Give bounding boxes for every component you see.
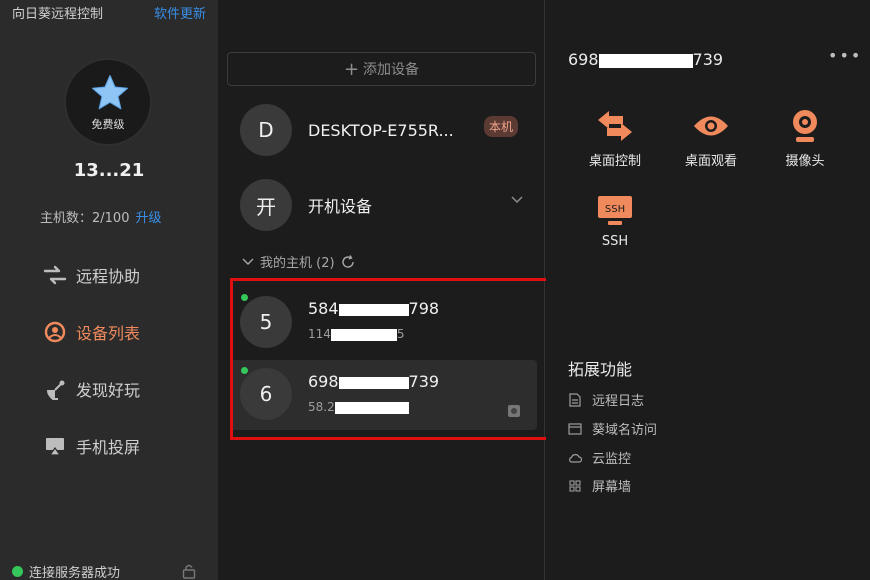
star-icon bbox=[91, 74, 129, 110]
grid-icon bbox=[568, 479, 582, 493]
ext-domain-access[interactable]: 葵域名访问 bbox=[568, 419, 657, 438]
device-detail-panel: 698 739 ••• 桌面控制 桌面观看 摄像头 SSH SSH 拓展功能 远程… bbox=[546, 0, 870, 580]
action-label: 摄像头 bbox=[785, 154, 825, 169]
device-list-icon bbox=[42, 320, 68, 344]
discover-icon bbox=[42, 377, 68, 401]
camera-icon bbox=[770, 106, 840, 146]
upgrade-link[interactable]: 升级 bbox=[135, 211, 161, 226]
plan-label: 免费级 bbox=[91, 118, 125, 131]
ext-cloud-monitor[interactable]: 云监控 bbox=[568, 448, 631, 467]
avatar[interactable]: 免费级 bbox=[64, 58, 152, 146]
plus-icon: + bbox=[343, 58, 360, 80]
desktop-control-button[interactable]: 桌面控制 bbox=[580, 106, 650, 169]
nav-remote-assist[interactable]: 远程协助 bbox=[42, 261, 140, 289]
ext-remote-log[interactable]: 远程日志 bbox=[568, 390, 644, 409]
boot-device-row[interactable]: 开 开机设备 bbox=[230, 171, 536, 239]
svg-text:SSH: SSH bbox=[605, 204, 625, 215]
ssh-button[interactable]: SSH SSH bbox=[580, 190, 650, 249]
nav-label: 手机投屏 bbox=[76, 438, 141, 457]
lock-icon[interactable] bbox=[182, 563, 196, 579]
cloud-icon bbox=[568, 451, 582, 465]
device-name: DESKTOP-E755R... bbox=[308, 120, 454, 140]
ext-label: 屏幕墙 bbox=[592, 480, 632, 495]
group-label: 我的主机 (2) bbox=[260, 256, 335, 271]
more-options-icon[interactable]: ••• bbox=[828, 46, 862, 65]
highlight-box bbox=[230, 278, 549, 440]
screen-cast-icon bbox=[42, 434, 68, 458]
device-avatar: D bbox=[240, 104, 292, 156]
nav-label: 设备列表 bbox=[76, 324, 141, 343]
action-label: 桌面观看 bbox=[684, 154, 737, 169]
host-id-suffix: 739 bbox=[692, 50, 724, 69]
ext-screen-wall[interactable]: 屏幕墙 bbox=[568, 476, 631, 495]
sidebar: 向日葵远程控制 软件更新 免费级 13...21 主机数：2/100 升级 远程协… bbox=[0, 0, 218, 580]
nav-label: 远程协助 bbox=[76, 267, 141, 286]
desktop-view-button[interactable]: 桌面观看 bbox=[676, 106, 746, 169]
chevron-down-icon[interactable] bbox=[510, 195, 524, 205]
ext-label: 云监控 bbox=[592, 452, 632, 467]
extensions-title: 拓展功能 bbox=[568, 360, 633, 379]
status-text: 连接服务器成功 bbox=[29, 566, 121, 580]
group-header[interactable]: 我的主机 (2) bbox=[242, 252, 355, 271]
local-badge: 本机 bbox=[484, 116, 519, 137]
host-count: 主机数：2/100 升级 bbox=[40, 207, 161, 226]
nav-screen-cast[interactable]: 手机投屏 bbox=[42, 432, 140, 460]
action-label: 桌面控制 bbox=[588, 154, 641, 169]
add-device-label: 添加设备 bbox=[363, 62, 420, 78]
nav-label: 发现好玩 bbox=[76, 381, 141, 400]
remote-assist-icon bbox=[42, 263, 68, 287]
nav-device-list[interactable]: 设备列表 bbox=[42, 318, 140, 346]
refresh-icon[interactable] bbox=[341, 254, 355, 269]
add-device-button[interactable]: + 添加设备 bbox=[227, 52, 536, 86]
document-icon bbox=[568, 392, 582, 407]
host-id-prefix: 698 bbox=[568, 50, 599, 69]
camera-button[interactable]: 摄像头 bbox=[770, 106, 840, 169]
selected-host-id: 698 739 bbox=[568, 50, 723, 69]
desktop-control-icon bbox=[580, 106, 650, 146]
account-id: 13...21 bbox=[73, 160, 145, 181]
software-update-link[interactable]: 软件更新 bbox=[154, 3, 206, 22]
status-dot bbox=[12, 566, 23, 577]
connection-status: 连接服务器成功 bbox=[12, 562, 120, 580]
ext-label: 葵域名访问 bbox=[592, 423, 658, 438]
ext-label: 远程日志 bbox=[592, 394, 645, 409]
ssh-icon: SSH bbox=[580, 190, 650, 230]
chevron-down-icon bbox=[242, 258, 254, 265]
action-label: SSH bbox=[601, 234, 629, 249]
app-title: 向日葵远程控制 bbox=[12, 7, 104, 22]
host-count-label: 主机数：2/100 bbox=[40, 211, 130, 226]
desktop-view-icon bbox=[676, 106, 746, 146]
local-device-row[interactable]: D DESKTOP-E755R... 本机 bbox=[230, 96, 536, 164]
device-name: 开机设备 bbox=[308, 197, 373, 216]
redaction bbox=[598, 53, 693, 68]
device-avatar: 开 bbox=[240, 179, 292, 231]
nav-discover[interactable]: 发现好玩 bbox=[42, 375, 140, 403]
domain-icon bbox=[568, 422, 582, 436]
